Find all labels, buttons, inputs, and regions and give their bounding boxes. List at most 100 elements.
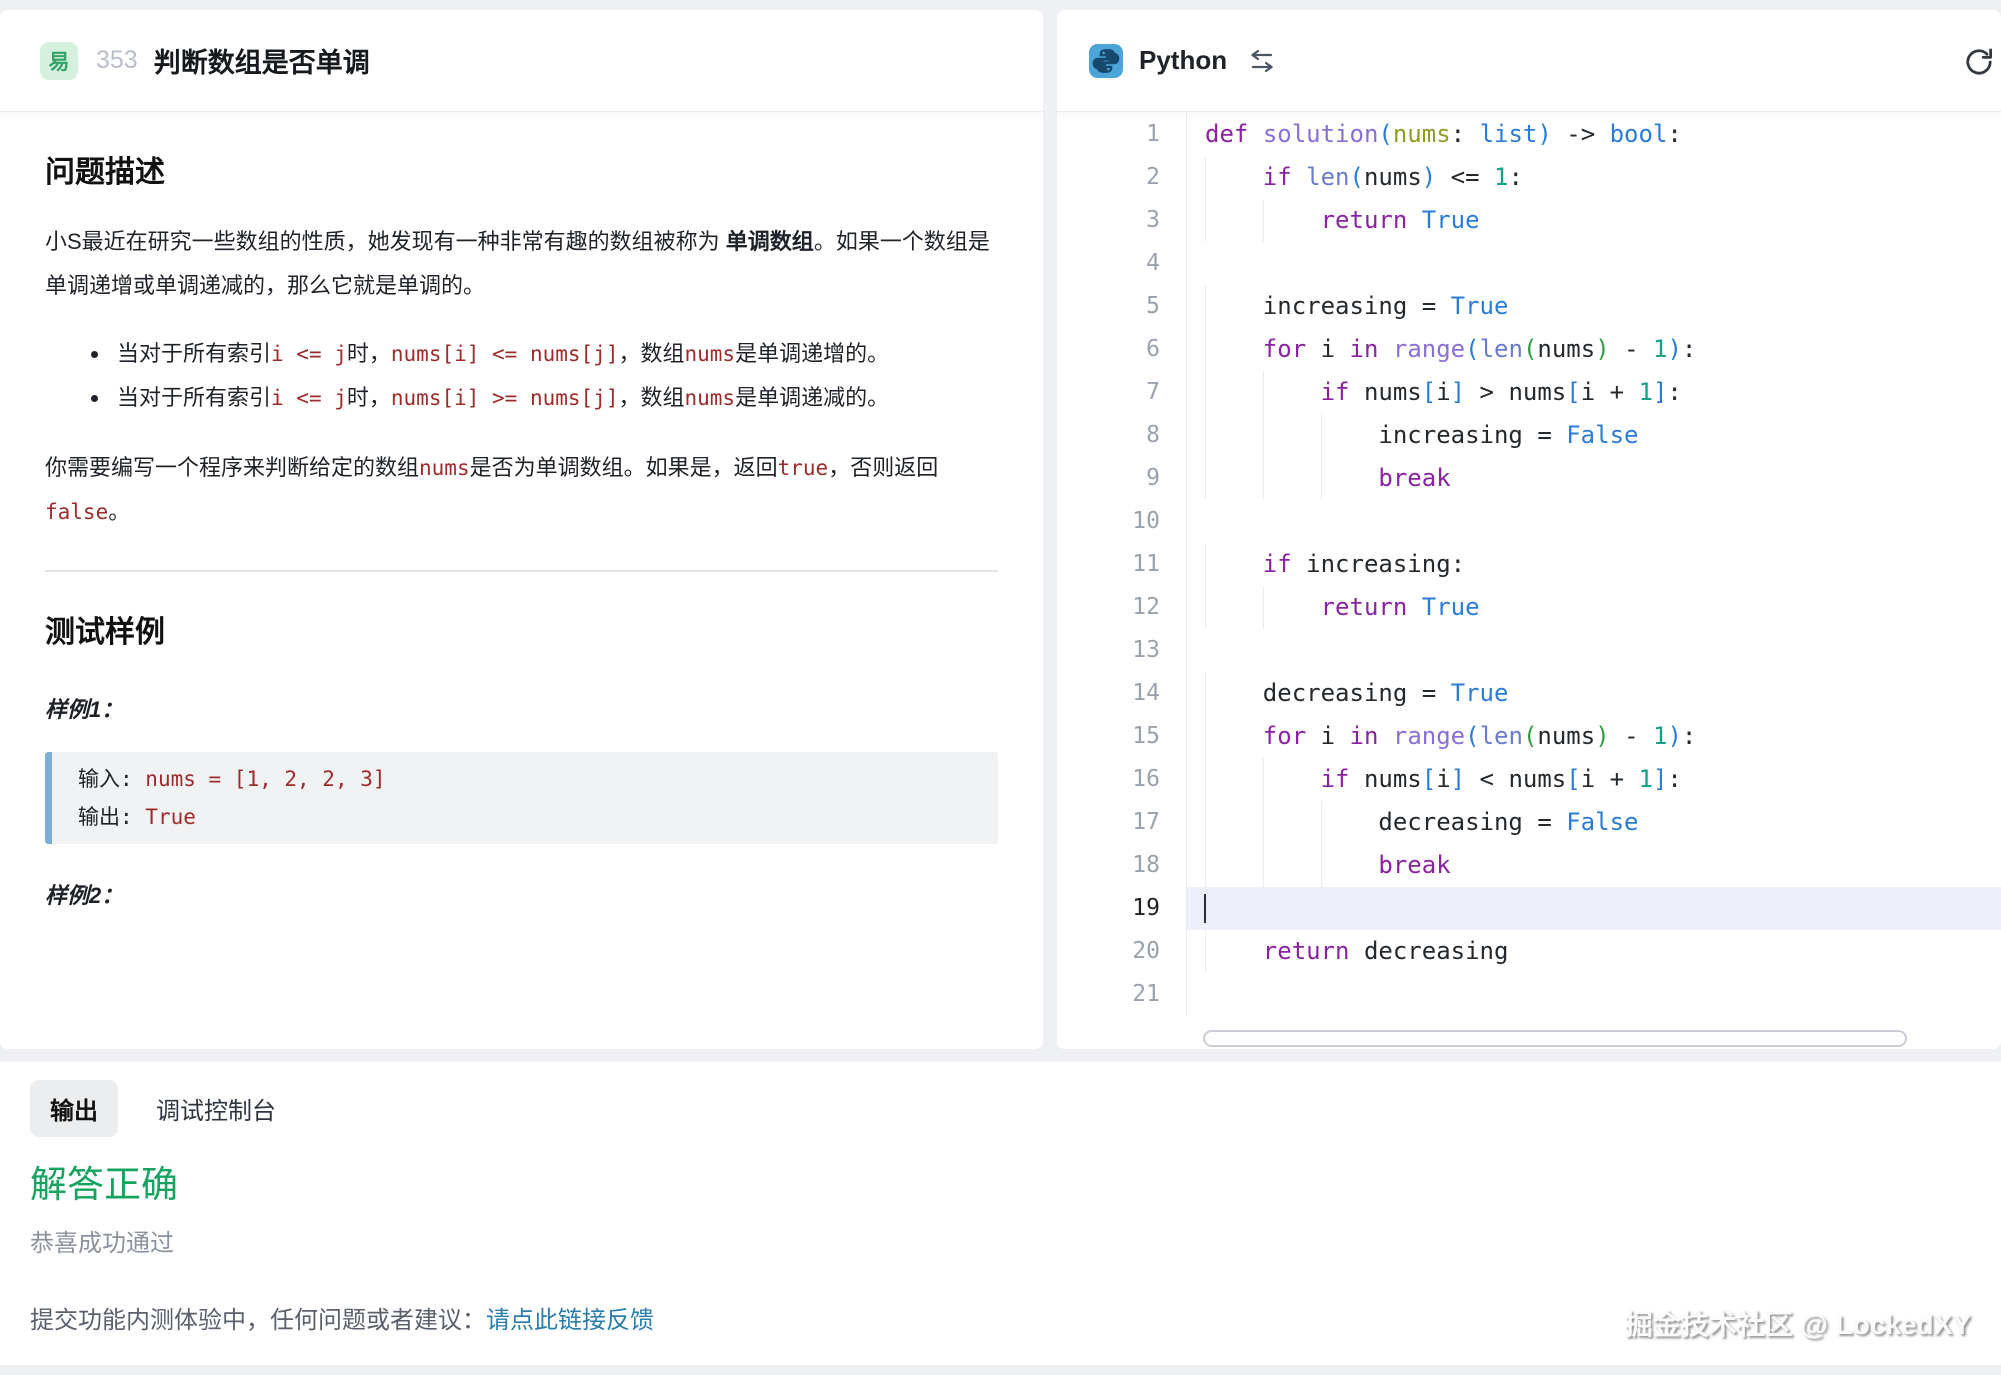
line-number: 4 — [1057, 242, 1187, 285]
code-token: in — [1350, 722, 1379, 750]
code-line[interactable]: 6for i in range(len(nums) - 1): — [1057, 328, 2001, 371]
code-line[interactable]: 18 break — [1057, 844, 2001, 887]
top-panels: 易 353 判断数组是否单调 问题描述 小S最近在研究一些数组的性质，她发现有一… — [0, 0, 2001, 1049]
code-token: False — [1566, 421, 1638, 449]
indent-guide — [1205, 156, 1263, 199]
line-number: 7 — [1057, 371, 1187, 414]
code-token: ) — [1595, 722, 1609, 750]
code-token: [ — [1566, 378, 1580, 406]
code-token: break — [1378, 851, 1450, 879]
text-segment: 单调数组 — [726, 229, 814, 254]
switch-language-icon[interactable] — [1249, 49, 1275, 73]
text-segment: 当对于所有索引 — [117, 385, 271, 410]
code-text: increasing = True — [1187, 285, 2001, 328]
line-number: 10 — [1057, 500, 1187, 543]
tab-debug-console[interactable]: 调试控制台 — [156, 1091, 276, 1126]
condition-list: 当对于所有索引i <= j时，nums[i] <= nums[j]，数组nums… — [45, 332, 998, 420]
problem-id: 353 — [96, 46, 138, 75]
code-line[interactable]: 2if len(nums) <= 1: — [1057, 156, 2001, 199]
code-text — [1187, 242, 2001, 285]
code-line[interactable]: 13 — [1057, 629, 2001, 672]
code-token: return — [1321, 593, 1408, 621]
code-token: decreasing = — [1378, 808, 1566, 836]
code-token: -> — [1552, 120, 1610, 148]
feedback-link[interactable]: 请点此链接反馈 — [486, 1307, 654, 1334]
code-line[interactable]: 5increasing = True — [1057, 285, 2001, 328]
code-token: len — [1480, 722, 1523, 750]
line-number: 5 — [1057, 285, 1187, 328]
code-token: True — [1422, 206, 1480, 234]
tab-output[interactable]: 输出 — [30, 1080, 118, 1137]
line-number: 1 — [1057, 113, 1187, 156]
code-line[interactable]: 11if increasing: — [1057, 543, 2001, 586]
code-text — [1187, 973, 2001, 1016]
inline-code: false — [45, 500, 108, 524]
refresh-icon[interactable] — [1963, 46, 1995, 78]
code-token: : — [1667, 120, 1681, 148]
code-text: if nums[i] < nums[i + 1]: — [1187, 758, 2001, 801]
page: 易 353 判断数组是否单调 问题描述 小S最近在研究一些数组的性质，她发现有一… — [0, 0, 2001, 1375]
problem-description-scroll[interactable]: 问题描述 小S最近在研究一些数组的性质，她发现有一种非常有趣的数组被称为 单调数… — [0, 152, 1043, 916]
watermark: 掘金技术社区 @ LockedXY — [1625, 1303, 1971, 1343]
editor-header: Python — [1057, 10, 2001, 112]
code-text: return True — [1187, 199, 2001, 242]
indent-guide — [1263, 414, 1321, 457]
code-token: nums — [1350, 765, 1422, 793]
line-number: 15 — [1057, 715, 1187, 758]
indent-guide — [1263, 586, 1321, 629]
line-number: 18 — [1057, 844, 1187, 887]
horizontal-scrollbar[interactable] — [1203, 1030, 1907, 1047]
code-text: break — [1187, 844, 2001, 887]
code-token: in — [1350, 335, 1379, 363]
indent-guide — [1205, 457, 1263, 500]
indent-guide — [1205, 801, 1263, 844]
code-token: nums — [1350, 378, 1422, 406]
code-line[interactable]: 20return decreasing — [1057, 930, 2001, 973]
code-token: ] — [1653, 378, 1667, 406]
code-line[interactable]: 9break — [1057, 457, 2001, 500]
beta-notice-text: 提交功能内测体验中，任何问题或者建议： — [30, 1307, 486, 1334]
task-paragraph: 你需要编写一个程序来判断给定的数组nums是否为单调数组。如果是，返回true，… — [45, 446, 998, 534]
code-token: [ — [1566, 765, 1580, 793]
indent-guide — [1263, 801, 1321, 844]
code-line[interactable]: 8increasing = False — [1057, 414, 2001, 457]
indent-guide — [1205, 844, 1263, 887]
code-token: if — [1321, 378, 1350, 406]
inline-code: nums — [684, 386, 735, 410]
code-line[interactable]: 3return True — [1057, 199, 2001, 242]
line-number: 16 — [1057, 758, 1187, 801]
code-text — [1187, 629, 2001, 672]
code-token: ] — [1451, 378, 1465, 406]
text-segment: 时， — [347, 341, 391, 366]
code-token: nums — [1537, 335, 1595, 363]
line-number: 19 — [1057, 887, 1187, 930]
code-token: decreasing = — [1263, 679, 1451, 707]
code-line[interactable]: 4 — [1057, 242, 2001, 285]
code-token: False — [1566, 808, 1638, 836]
text-segment: ，数组 — [618, 341, 684, 366]
code-line[interactable]: 15for i in range(len(nums) - 1): — [1057, 715, 2001, 758]
code-token: 1 — [1639, 378, 1653, 406]
code-line[interactable]: 21 — [1057, 973, 2001, 1016]
code-token: ( — [1523, 722, 1537, 750]
code-line[interactable]: 7if nums[i] > nums[i + 1]: — [1057, 371, 2001, 414]
code-line[interactable]: 14decreasing = True — [1057, 672, 2001, 715]
code-token: for — [1263, 722, 1306, 750]
code-line[interactable]: 17decreasing = False — [1057, 801, 2001, 844]
inline-code: i <= j — [271, 386, 347, 410]
code-text: for i in range(len(nums) - 1): — [1187, 715, 2001, 758]
text-segment: 输入: — [78, 767, 145, 791]
code-editor[interactable]: 1def solution(nums: list) -> bool:2if le… — [1057, 112, 2001, 1049]
code-line[interactable]: 10 — [1057, 500, 2001, 543]
code-token: def — [1205, 120, 1248, 148]
code-line[interactable]: 12return True — [1057, 586, 2001, 629]
code-token: ) — [1422, 163, 1436, 191]
code-line-active[interactable]: 19 — [1057, 887, 2001, 930]
code-token: increasing = — [1378, 421, 1566, 449]
code-line[interactable]: 16if nums[i] < nums[i + 1]: — [1057, 758, 2001, 801]
code-token: i — [1306, 722, 1349, 750]
code-line[interactable]: 1def solution(nums: list) -> bool: — [1057, 113, 2001, 156]
verdict-text: 解答正确 — [30, 1163, 2001, 1207]
sample2-label: 样例2： — [45, 876, 998, 916]
line-number: 20 — [1057, 930, 1187, 973]
